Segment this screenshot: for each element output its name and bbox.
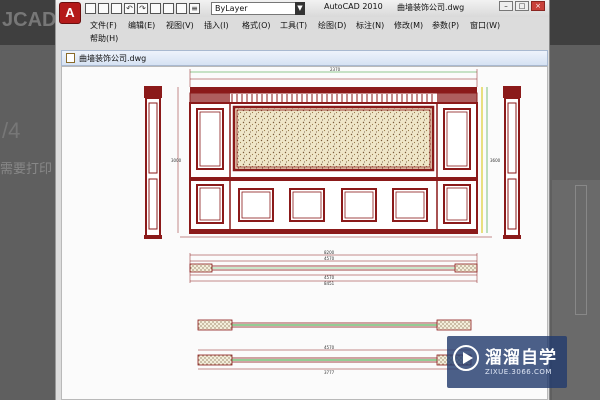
app-title: AutoCAD 2010 (324, 2, 383, 11)
left-pilaster (144, 86, 162, 239)
section-view: 4570 3777 (197, 319, 472, 375)
watermark-badge: 溜溜自学 ZIXUE.3066.COM (447, 336, 567, 388)
document-tab-label: 曲墙装饰公司.dwg (79, 54, 147, 63)
layer-dropdown-icon[interactable]: ▼ (295, 2, 305, 15)
undo-icon[interactable]: ↶ (124, 3, 135, 14)
background-heading: /4 (2, 118, 21, 143)
window-controls: – □ × (499, 1, 545, 11)
menu-tools[interactable]: 工具(T) (280, 20, 307, 31)
top-dimension-label: 2370 (330, 67, 341, 72)
section-dimension-2: 3777 (324, 370, 335, 375)
right-dimension-label: 3600 (490, 158, 501, 163)
plan-dimension-3: 4570 (324, 275, 335, 280)
watermark-url: ZIXUE.3066.COM (485, 368, 552, 376)
open-file-icon[interactable] (98, 3, 109, 14)
publish-icon[interactable] (176, 3, 187, 14)
play-logo-icon (453, 345, 479, 371)
print-icon[interactable] (150, 3, 161, 14)
new-file-icon[interactable] (85, 3, 96, 14)
section-dimension-1: 4570 (324, 345, 335, 350)
right-pilaster (503, 86, 521, 239)
menu-parameter[interactable]: 参数(P) (432, 20, 459, 31)
layer-select[interactable]: ByLayer (211, 2, 303, 15)
dwg-file-icon (66, 53, 75, 63)
document-tab[interactable]: 曲墙装饰公司.dwg (61, 50, 548, 66)
menu-file[interactable]: 文件(F) (90, 20, 117, 31)
redo-icon[interactable]: ↷ (137, 3, 148, 14)
menu-format[interactable]: 格式(O) (242, 20, 271, 31)
maximize-button[interactable]: □ (515, 1, 529, 11)
menu-modify[interactable]: 修改(M) (394, 20, 423, 31)
plan-dimension-4: 8451 (324, 281, 335, 286)
menu-bar: 文件(F) 编辑(E) 视图(V) 插入(I) 格式(O) 工具(T) 绘图(D… (84, 18, 546, 48)
title-bar: ↶ ↷ ≡ ByLayer ▼ AutoCAD 2010 曲墙装饰公司.dwg … (56, 0, 549, 17)
wall-elevation: 2370 3000 3600 (171, 67, 501, 238)
minimize-button[interactable]: – (499, 1, 513, 11)
background-text: 需要打印 (0, 162, 53, 177)
menu-view[interactable]: 视图(V) (166, 20, 194, 31)
menu-draw[interactable]: 绘图(D) (318, 20, 346, 31)
menu-window[interactable]: 窗口(W) (470, 20, 500, 31)
watermark-name: 溜溜自学 (485, 348, 557, 368)
save-icon[interactable] (111, 3, 122, 14)
plan-view: 8200 4570 4570 8451 (189, 250, 478, 286)
background-right-inner (575, 185, 587, 315)
background-logo: JCAD (2, 9, 57, 31)
layer-properties-icon[interactable]: ≡ (189, 3, 200, 14)
menu-help[interactable]: 帮助(H) (90, 33, 118, 44)
menu-dimension[interactable]: 标注(N) (356, 20, 384, 31)
close-button[interactable]: × (531, 1, 545, 11)
plot-preview-icon[interactable] (163, 3, 174, 14)
application-menu-button[interactable]: A (59, 2, 81, 24)
plan-dimension-2: 4570 (324, 256, 335, 261)
plan-dimension-1: 8200 (324, 250, 335, 255)
menu-edit[interactable]: 编辑(E) (128, 20, 155, 31)
left-dimension-label: 3000 (171, 158, 182, 163)
menu-insert[interactable]: 插入(I) (204, 20, 229, 31)
document-title: 曲墙装饰公司.dwg (397, 3, 465, 12)
quick-access-toolbar: ↶ ↷ ≡ (85, 2, 200, 15)
